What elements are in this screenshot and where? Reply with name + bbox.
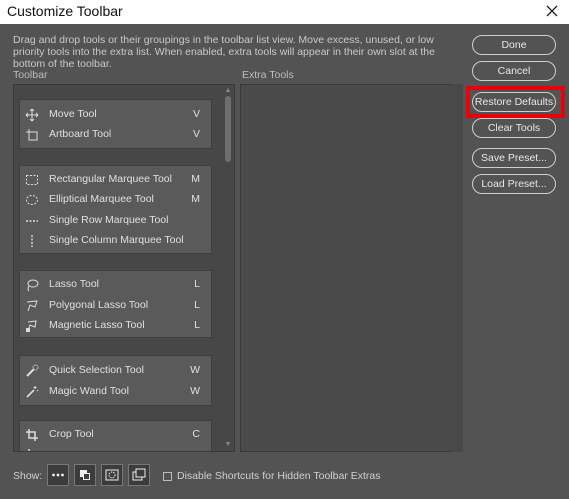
- tool-label: Polygonal Lasso Tool: [49, 299, 149, 311]
- tool-shortcut: M: [191, 193, 200, 205]
- bottom-bar: Show: Disable Shortcuts for Hidden Toolb…: [0, 462, 569, 499]
- tool-group-move[interactable]: Move Tool V Artboard Tool V: [19, 99, 212, 149]
- single-row-icon: [26, 220, 38, 222]
- extra-tools-scrollbar[interactable]: [451, 84, 463, 452]
- tool-row-lasso[interactable]: Lasso Tool L: [20, 275, 211, 295]
- description-text: Drag and drop tools or their groupings i…: [13, 34, 435, 70]
- quick-mask-icon: [105, 469, 119, 481]
- tool-label: Single Row Marquee Tool: [49, 214, 169, 226]
- crop-icon: [26, 429, 38, 441]
- quick-selection-icon: [26, 364, 39, 377]
- tool-label: Elliptical Marquee Tool: [49, 193, 154, 205]
- tool-label: Rectangular Marquee Tool: [49, 173, 172, 185]
- tool-row-next-cut-off[interactable]: [20, 445, 211, 451]
- screen-mode-icon: [132, 468, 146, 481]
- artboard-icon: [26, 129, 38, 141]
- done-button[interactable]: Done: [472, 35, 556, 55]
- tool-group-selection[interactable]: Quick Selection Tool W Magic Wand Tool W: [19, 355, 212, 406]
- tool-label: Move Tool: [49, 108, 97, 120]
- load-preset-button[interactable]: Load Preset...: [472, 174, 556, 194]
- show-foreground-background-button[interactable]: [74, 464, 96, 486]
- show-quick-mask-button[interactable]: [101, 464, 123, 486]
- tool-label: Crop Tool: [49, 428, 94, 440]
- tool-row-crop[interactable]: Crop Tool C: [20, 425, 211, 445]
- tool-group-lasso[interactable]: Lasso Tool L Polygonal Lasso Tool L Magn…: [19, 270, 212, 338]
- tool-shortcut: W: [190, 364, 200, 376]
- tool-group-crop[interactable]: Crop Tool C: [19, 420, 212, 451]
- tool-label: Artboard Tool: [49, 128, 112, 140]
- tool-row-single-column[interactable]: Single Column Marquee Tool: [20, 231, 211, 251]
- scroll-up-arrow[interactable]: ▲: [224, 87, 232, 95]
- tool-label: Magic Wand Tool: [49, 385, 129, 397]
- tool-row-rect-marquee[interactable]: Rectangular Marquee Tool M: [20, 170, 211, 190]
- tool-shortcut: L: [194, 278, 200, 290]
- extra-tools-panel[interactable]: [240, 84, 452, 452]
- tool-label: Quick Selection Tool: [49, 364, 144, 376]
- tool-shortcut: L: [194, 299, 200, 311]
- tool-shortcut: C: [192, 428, 200, 440]
- save-preset-button[interactable]: Save Preset...: [472, 148, 556, 168]
- tool-group-marquee[interactable]: Rectangular Marquee Tool M Elliptical Ma…: [19, 165, 212, 254]
- clear-tools-button[interactable]: Clear Tools: [472, 118, 556, 138]
- magic-wand-icon: [26, 386, 39, 398]
- partial-group-clip: Crop Tool C: [13, 420, 222, 451]
- tool-shortcut: V: [192, 128, 200, 140]
- tool-row-magnetic-lasso[interactable]: Magnetic Lasso Tool L: [20, 316, 211, 336]
- perspective-crop-icon: [28, 449, 30, 451]
- ellipse-marquee-icon: [26, 195, 38, 205]
- scroll-thumb[interactable]: [225, 96, 231, 162]
- single-column-icon: [31, 235, 33, 247]
- tool-row-move[interactable]: Move Tool V: [20, 105, 211, 125]
- title-bar: Customize Toolbar: [0, 0, 569, 24]
- move-icon: [25, 108, 39, 122]
- tool-row-quick-selection[interactable]: Quick Selection Tool W: [20, 361, 211, 381]
- tool-row-artboard[interactable]: Artboard Tool V: [20, 125, 211, 145]
- disable-shortcuts-label: Disable Shortcuts for Hidden Toolbar Ext…: [177, 470, 381, 482]
- window-title: Customize Toolbar: [7, 3, 123, 19]
- toolbar-column-label: Toolbar: [13, 69, 48, 81]
- tool-label: Magnetic Lasso Tool: [49, 319, 145, 331]
- tool-shortcut: W: [190, 385, 200, 397]
- show-label: Show:: [13, 470, 43, 482]
- disable-shortcuts-checkbox[interactable]: [163, 472, 172, 481]
- show-screen-mode-button[interactable]: [128, 464, 150, 486]
- tool-label: Lasso Tool: [49, 278, 100, 290]
- polygonal-lasso-icon: [26, 300, 38, 312]
- cancel-button[interactable]: Cancel: [472, 61, 556, 81]
- tool-row-magic-wand[interactable]: Magic Wand Tool W: [20, 382, 211, 402]
- scroll-down-arrow[interactable]: ▼: [224, 441, 232, 449]
- more-icon: [52, 473, 64, 477]
- highlight-box: [466, 86, 565, 118]
- extra-tools-column-label: Extra Tools: [242, 69, 294, 81]
- tool-row-ellipse-marquee[interactable]: Elliptical Marquee Tool M: [20, 190, 211, 210]
- show-extras-button[interactable]: [47, 464, 69, 486]
- tool-label: Single Column Marquee Tool: [49, 234, 184, 246]
- tool-shortcut: V: [192, 108, 200, 120]
- tool-shortcut: L: [194, 319, 200, 331]
- lasso-icon: [27, 279, 39, 292]
- color-swatch-icon: [80, 470, 90, 480]
- tool-row-polygonal-lasso[interactable]: Polygonal Lasso Tool L: [20, 296, 211, 316]
- tool-row-single-row[interactable]: Single Row Marquee Tool: [20, 211, 211, 231]
- rect-marquee-icon: [26, 175, 38, 185]
- magnetic-lasso-icon: [26, 320, 37, 332]
- tool-shortcut: M: [191, 173, 200, 185]
- close-icon[interactable]: [543, 2, 561, 20]
